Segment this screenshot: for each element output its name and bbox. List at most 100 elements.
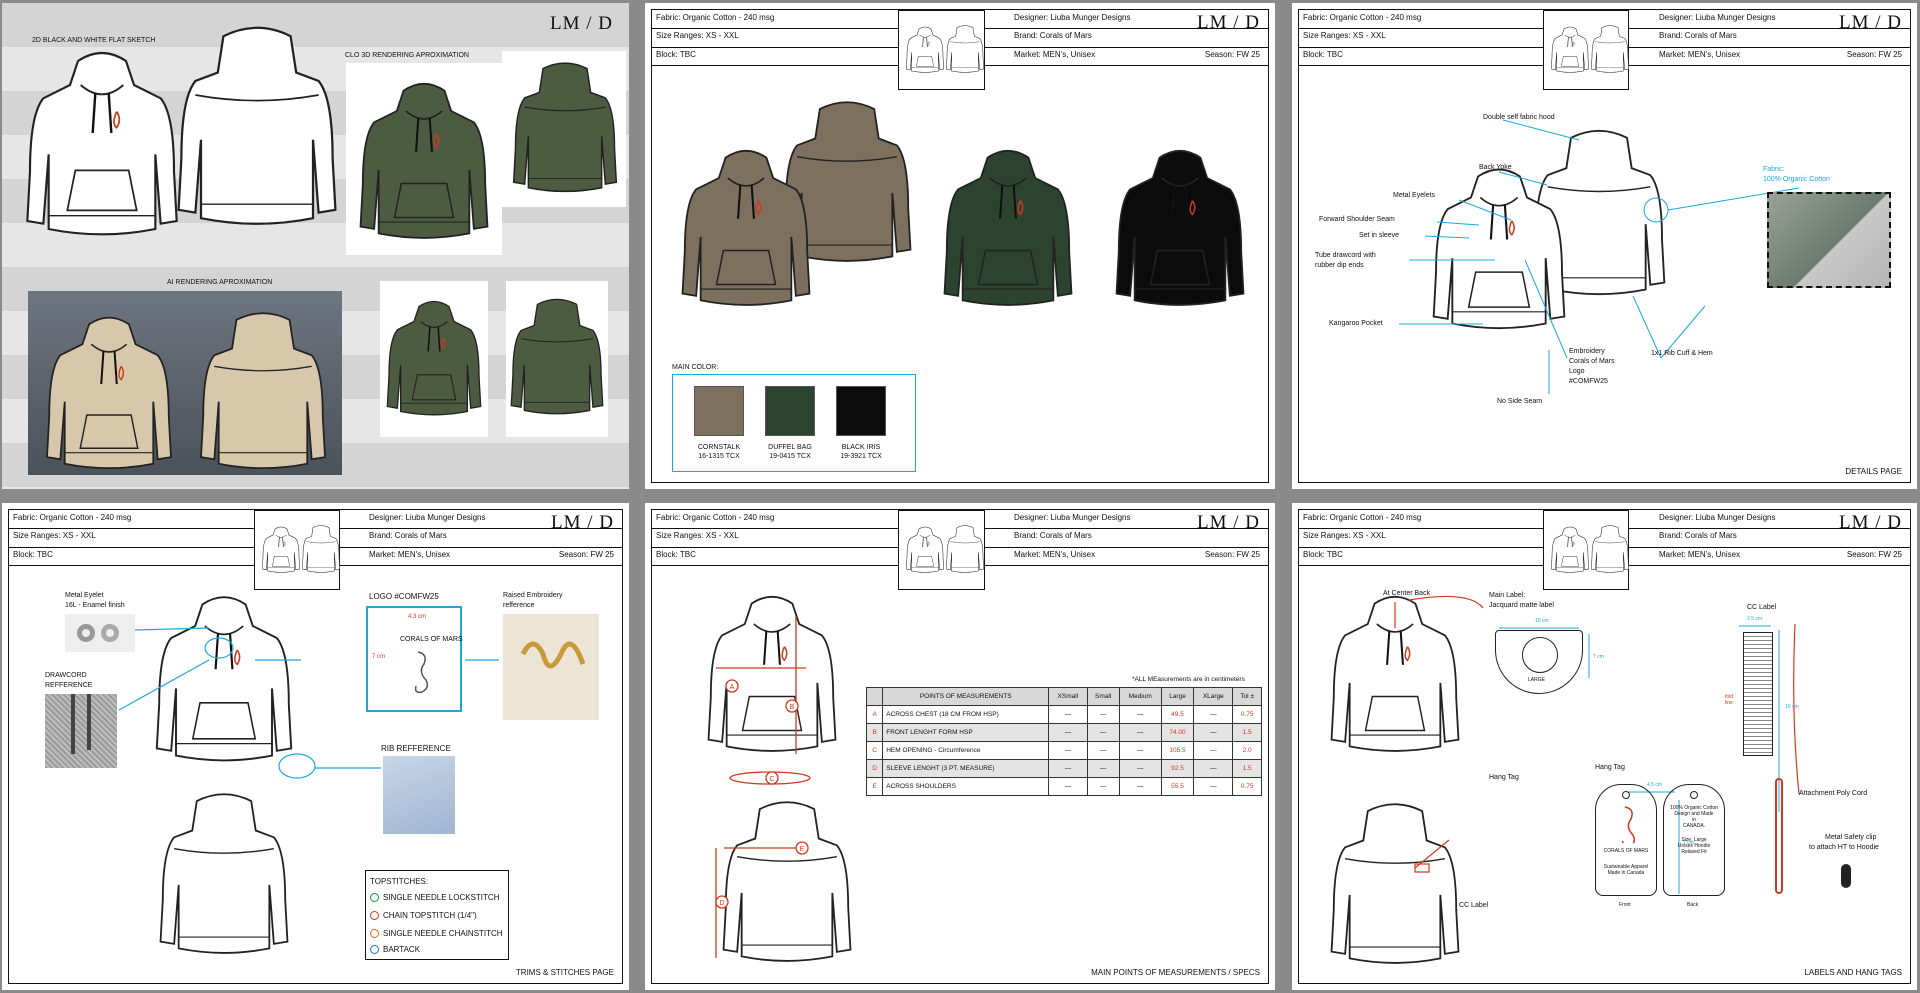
page-name: TRIMS & STITCHES PAGE [515,968,614,977]
hang-tag-label-left: Hang Tag [1489,774,1519,781]
page-name: DETAILS PAGE [1845,467,1902,476]
fold-line-label: fold line [1725,694,1734,706]
col-tol: Tol ± [1232,687,1262,706]
hoodie-cornstalk-front [674,144,818,314]
topstitch-legend: TOPSTITCHES: SINGLE NEEDLE LOCKSTITCH CH… [365,870,509,960]
clo-render-side-left [384,285,484,433]
measurement-note: *ALL MEasurements are in centimeters [1132,676,1245,683]
back-flat-sketch [172,25,342,235]
label-callout-lines [1394,595,1800,894]
hang-tag-front-caption: Front [1619,902,1631,908]
callout-embroidery-1: Embroidery [1569,348,1605,355]
header-thumbnail [898,10,984,90]
hang-tag-front-line-2: Made in Canada [1607,870,1645,876]
season-text: Season: FW 25 [1204,50,1260,59]
col-large: Large [1160,687,1195,706]
clo-render-side-right [508,285,606,433]
table-row: B FRONT LENGHT FORM HSP — — —74.00—1.5 [865,723,1262,742]
clo-side-right-frame [506,281,608,437]
hang-tag-width: 4.5 cm [1647,782,1663,788]
callout-side-seam: No Side Seam [1497,398,1543,405]
sketch-label: 2D BLACK AND WHITE FLAT SKETCH [32,37,156,44]
pom-marker-e: E [800,846,805,853]
trim-callout-lines [118,627,499,779]
page-measurements: Fabric: Organic Cotton - 240 msg Size Ra… [645,503,1275,990]
logo-height: 7 cm [372,654,386,660]
poly-cord-graphic [1775,778,1783,894]
table-row: A ACROSS CHEST (18 CM FROM HSP) — — —49.5—0.… [865,705,1262,724]
pom-marker-a: A [730,684,735,691]
embroidery-photo [503,614,599,720]
clo-render-front [350,77,498,247]
black-iris-name: BLACK IRIS [841,444,881,451]
main-color-label: MAIN COLOR: [672,364,719,371]
col-id [865,687,884,706]
swatch-cornstalk [694,386,744,436]
clo-side-left-frame [380,281,488,437]
brand-logo: LM / D [1197,12,1260,33]
cc-label-height: 10 cm [1785,704,1799,710]
seahorse-icon [1621,806,1636,849]
hang-tag-brand: CORALS OF MARS [1603,848,1649,854]
page-labels: Fabric: Organic Cotton - 240 msg Size Ra… [1292,503,1917,990]
brand-text: Brand: Corals of Mars [1014,31,1092,40]
callout-pocket: Kangaroo Pocket [1329,320,1383,327]
cc-label-width: 2.5 cm [1747,616,1763,622]
table-row: E ACROSS SHOULDERS — — —55.5—0.75 [865,777,1262,796]
designer-text: Designer: Liuba Munger Designs [1014,13,1131,22]
cc-label-title: CC Label [1747,604,1777,611]
callout-rib: 1x1 Rib Cuff & Hem [1651,350,1713,357]
callout-drawcord-1: Tube drawcord with [1315,252,1376,259]
page-name: LABELS AND HANG TAGS [1804,968,1902,977]
logo-text: CORALS OF MARS [400,636,463,643]
brand-logo: LM / D [550,13,613,34]
black-iris-code: 19-3921 TCX [840,453,882,460]
cc-label-back-title: CC Label [1459,902,1489,909]
hang-tag-label-right: Hang Tag [1595,764,1625,771]
hang-tag-front: CORALS OF MARS Sustainable Apparel Made … [1595,784,1657,896]
topstitch-2: CHAIN TOPSTITCH (1/4") [370,911,477,920]
callout-embroidery-3: Logo [1569,368,1585,375]
col-medium: Medium [1118,687,1162,706]
ai-render-photo [28,291,342,475]
logo-box: 4.3 cm 7 cm CORALS OF MARS [366,606,463,712]
embroidery-label-2: refference [503,602,535,609]
ai-label: AI RENDERING APROXIMATION [167,279,273,286]
clo-render-back-frame [502,51,626,207]
cc-label-graphic [1743,632,1773,756]
pom-marker-c: C [769,776,774,783]
callout-hood: Double self fabric hood [1483,114,1555,121]
clo-label: CLO 3D RENDERING APROXIMATION [345,52,469,59]
callout-shoulder: Forward Shoulder Seam [1319,216,1395,223]
table-row: C HEM OPENING - Circumference — — —105.5—2.0 [865,741,1262,760]
seahorse-icon [414,651,429,694]
hoodie-duffel-bag [936,144,1080,314]
callout-sleeve: Set in sleeve [1359,232,1400,239]
logo-title: LOGO #COMFW25 [369,592,439,601]
poly-cord-label: Attachment Poly Cord [1799,790,1868,797]
rib-label: RIB REFFERENCE [381,744,451,753]
topstitch-4: BARTACK [370,945,420,954]
swatch-black-iris [836,386,886,436]
fabric-callout-2: 100% Organic Cotton [1763,176,1830,183]
topstitch-title: TOPSTITCHES: [370,877,429,886]
hang-tag-back: 100% Organic Cotton Design and Made in C… [1663,784,1725,896]
ai-render-back [188,311,338,477]
fabric-text: Fabric: Organic Cotton - 240 msg [656,13,775,22]
callout-yoke: Back Yoke [1479,164,1512,171]
page-trims: Fabric: Organic Cotton - 240 msg Size Ra… [2,503,629,990]
hoodie-black-iris [1108,144,1252,314]
cornstalk-name: CORNSTALK [697,444,741,451]
safety-clip-label-1: Metal Safety clip [1825,834,1877,841]
topstitch-3: SINGLE NEEDLE CHAINSTITCH [370,929,503,938]
callout-embroidery-4: #COMFW25 [1569,378,1608,385]
safety-clip-label-2: to attach HT to Hoodie [1809,844,1879,851]
main-label-height: 7 cm [1593,654,1604,660]
safety-clip-icon [1841,864,1851,888]
callout-eyelets: Metal Eyelets [1393,192,1436,199]
callout-drawcord-2: rubber dip ends [1315,262,1364,269]
table-row: D SLEEVE LENGHT (3 PT. MEASURE) — — —92.5—1.… [865,759,1262,778]
page-details: Fabric: Organic Cotton - 240 msg Size Ra… [1292,3,1917,489]
logo-width: 4.3 cm [408,614,427,620]
hang-tag-back-line-4: CANADA. [1682,823,1706,829]
